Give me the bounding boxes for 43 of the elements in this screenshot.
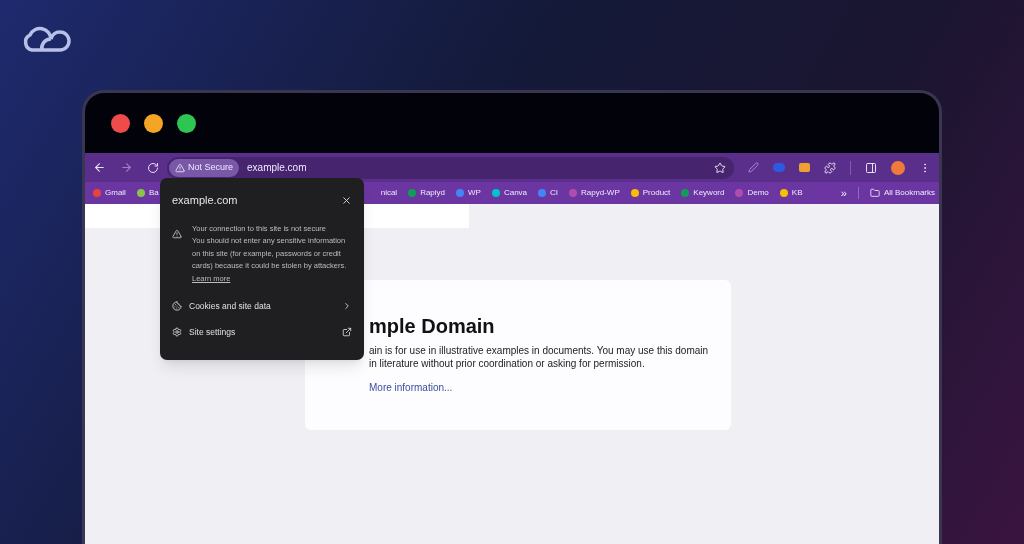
chevron-right-icon bbox=[342, 301, 352, 311]
bookmark-item[interactable]: Product bbox=[630, 187, 671, 199]
popup-menu-item[interactable]: Site settings bbox=[172, 323, 352, 341]
page-paragraph: ain is for use in illustrative examples in documents. You may use this domain in literature without prior coordination or asking for permission. bbox=[369, 344, 710, 370]
reload-icon[interactable] bbox=[147, 161, 159, 174]
bookmark-item[interactable]: Canva bbox=[491, 187, 528, 199]
bookmark-item[interactable]: Demo bbox=[735, 187, 769, 199]
overflow-chevron[interactable]: » bbox=[840, 184, 847, 202]
bookmark-item[interactable]: CI bbox=[538, 187, 559, 199]
bookmark-item[interactable]: WP bbox=[456, 187, 481, 199]
popup-menu-item[interactable]: Cookies and site data bbox=[172, 297, 352, 315]
bookmark-item[interactable]: Rapiyd bbox=[408, 187, 446, 199]
back-icon[interactable] bbox=[93, 161, 106, 174]
bookmark-item[interactable]: Rapyd-WP bbox=[569, 187, 620, 199]
side-panel-icon[interactable] bbox=[865, 161, 877, 174]
folder-icon bbox=[869, 188, 880, 198]
bookmark-item[interactable]: Gmail bbox=[93, 187, 126, 199]
forward-icon[interactable] bbox=[120, 161, 133, 174]
extensions-icon[interactable] bbox=[824, 161, 836, 174]
address-bar[interactable]: Not Secure example.com bbox=[167, 156, 734, 179]
profile-avatar[interactable] bbox=[891, 160, 905, 175]
pen-extension-icon[interactable] bbox=[748, 162, 759, 173]
all-bookmarks-item[interactable]: All Bookmarks bbox=[869, 187, 935, 199]
popup-title: example.com bbox=[172, 193, 238, 208]
bookmark-item[interactable]: KB bbox=[779, 187, 803, 199]
not-secure-chip[interactable]: Not Secure bbox=[169, 158, 240, 177]
cookie-icon bbox=[172, 301, 182, 311]
url-text: example.com bbox=[247, 161, 307, 175]
settings-icon bbox=[172, 327, 182, 337]
external-link-icon bbox=[342, 327, 352, 337]
page-heading: mple Domain bbox=[369, 314, 496, 338]
bookmark-star-icon[interactable] bbox=[714, 161, 726, 174]
close-window-button[interactable] bbox=[111, 113, 130, 133]
more-information-link[interactable]: More information... bbox=[369, 380, 715, 395]
bookmark-item[interactable]: Keyword bbox=[681, 187, 725, 199]
bookmark-item[interactable]: Ba bbox=[136, 187, 159, 199]
warning-icon bbox=[172, 228, 182, 239]
warning-icon bbox=[175, 162, 185, 173]
close-icon[interactable] bbox=[341, 194, 352, 206]
minimize-window-button[interactable] bbox=[144, 113, 163, 133]
maximize-window-button[interactable] bbox=[177, 113, 196, 133]
extension-square-icon[interactable] bbox=[799, 163, 810, 172]
bookmark-item[interactable]: nical bbox=[380, 187, 398, 199]
